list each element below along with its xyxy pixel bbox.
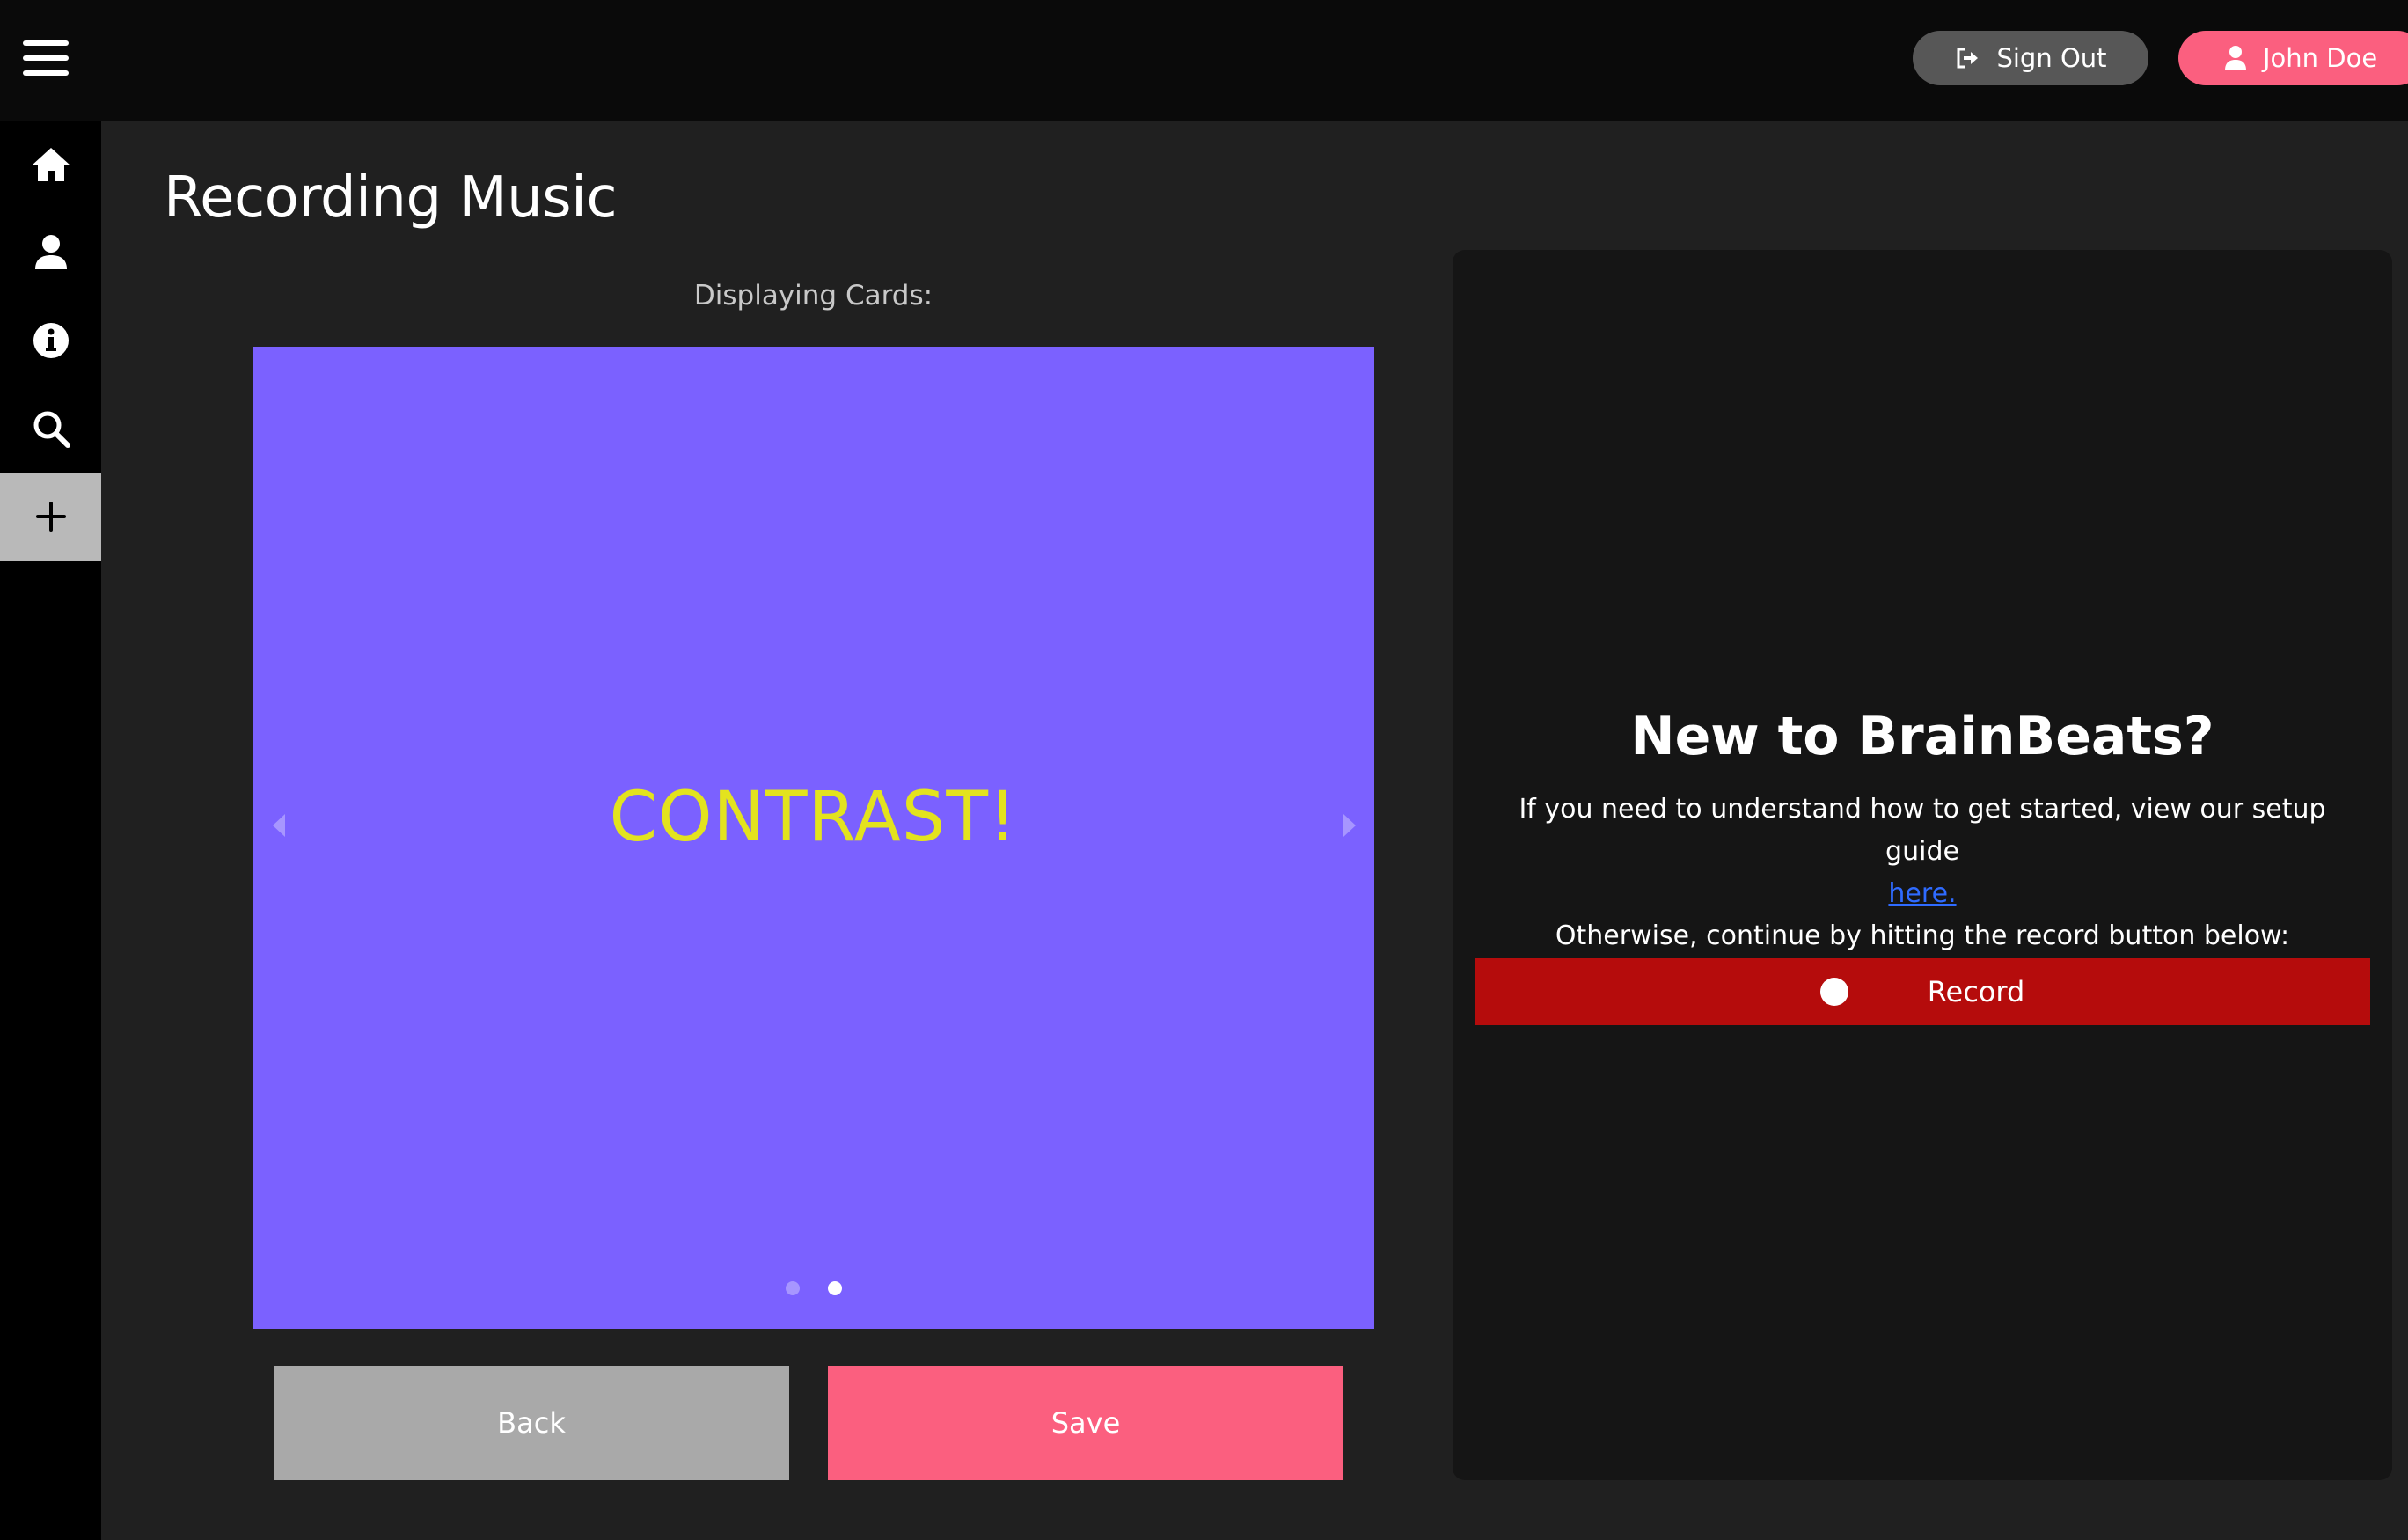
carousel-prev-button[interactable] (261, 808, 296, 843)
profile-icon (34, 235, 67, 269)
user-profile-button[interactable]: John Doe (2178, 31, 2408, 85)
getting-started-panel: New to BrainBeats? If you need to unders… (1453, 250, 2392, 1480)
info-icon (33, 323, 69, 358)
top-bar: Sign Out John Doe (0, 0, 2408, 121)
card-carousel: CONTRAST! (253, 347, 1374, 1329)
carousel-dot[interactable] (785, 1281, 800, 1295)
card-text: CONTRAST! (609, 778, 1018, 857)
sidebar-item-search[interactable] (0, 385, 101, 473)
cards-label: Displaying Cards: (693, 280, 933, 312)
user-icon (2224, 45, 2247, 71)
record-dot-icon (1819, 978, 1848, 1006)
hamburger-menu-icon[interactable] (19, 32, 72, 84)
sidebar-item-create[interactable] (0, 473, 101, 561)
page-title: Recording Music (164, 165, 618, 231)
record-label: Record (1927, 975, 2025, 1008)
home-icon (31, 148, 70, 181)
setup-guide-link[interactable]: here. (1888, 878, 1956, 909)
carousel-next-button[interactable] (1332, 808, 1367, 843)
panel-title: New to BrainBeats? (1630, 706, 2214, 767)
record-button[interactable]: Record (1475, 958, 2370, 1025)
carousel-dot-active[interactable] (827, 1281, 842, 1295)
sidebar (0, 121, 101, 1540)
back-button[interactable]: Back (274, 1366, 789, 1480)
chevron-left-icon (273, 814, 285, 837)
sign-out-icon (1954, 45, 1980, 71)
continue-text: Otherwise, continue by hitting the recor… (1555, 920, 2290, 951)
sidebar-item-home[interactable] (0, 121, 101, 209)
panel-text: If you need to understand how to get sta… (1488, 788, 2357, 957)
sidebar-item-profile[interactable] (0, 209, 101, 297)
sign-out-label: Sign Out (1996, 43, 2107, 73)
intro-text: If you need to understand how to get sta… (1519, 794, 2326, 867)
user-name-label: John Doe (2263, 43, 2378, 73)
sidebar-item-info[interactable] (0, 297, 101, 385)
chevron-right-icon (1343, 814, 1356, 837)
search-icon (33, 411, 70, 448)
plus-icon (35, 502, 66, 532)
carousel-indicators (253, 1281, 1374, 1295)
save-button[interactable]: Save (828, 1366, 1343, 1480)
sign-out-button[interactable]: Sign Out (1913, 31, 2148, 85)
